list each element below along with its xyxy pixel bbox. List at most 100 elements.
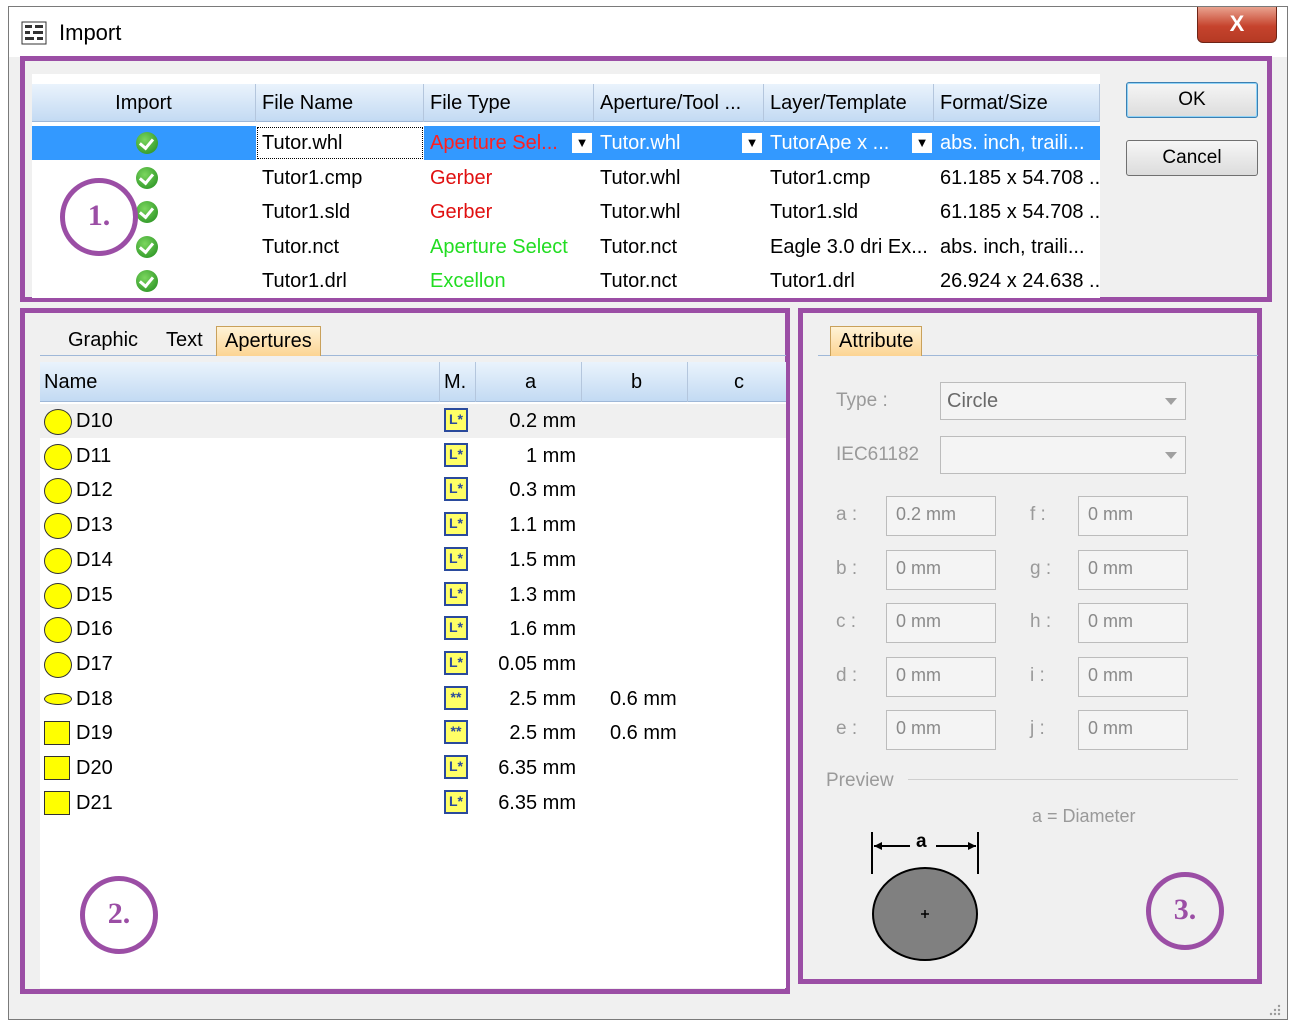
- attribute-value-field[interactable]: 0.2 mm: [886, 496, 996, 536]
- aperture-row[interactable]: D14 L* 1.5 mm: [40, 543, 786, 577]
- file-name-cell[interactable]: Tutor1.cmp: [256, 161, 424, 195]
- import-row[interactable]: Tutor.nct Aperture Select Tutor.nct Eagle 3…: [32, 230, 1100, 264]
- format-size-cell[interactable]: 61.185 x 54.708 ...: [934, 195, 1100, 229]
- mode-icon[interactable]: **: [444, 685, 468, 710]
- field-label: j :: [1030, 718, 1045, 739]
- format-size-cell[interactable]: 61.185 x 54.708 ...: [934, 161, 1100, 195]
- col-layer-template[interactable]: Layer/Template: [764, 84, 934, 122]
- file-type-cell[interactable]: Aperture Select: [424, 230, 594, 264]
- mode-icon[interactable]: L*: [444, 789, 468, 814]
- aperture-tool-cell[interactable]: Tutor.nct: [594, 264, 764, 298]
- aperture-row[interactable]: D13 L* 1.1 mm: [40, 508, 786, 542]
- import-row[interactable]: Tutor.whl Aperture Sel... ▼ Tutor.whl ▼ Tutor…: [32, 126, 1100, 160]
- tab-attribute[interactable]: Attribute: [830, 326, 923, 356]
- file-type-cell[interactable]: Excellon: [424, 264, 594, 298]
- mode-icon[interactable]: L*: [444, 755, 468, 779]
- annotation-2: 2.: [80, 876, 158, 954]
- layer-template-cell[interactable]: Tutor1.sld: [764, 195, 934, 229]
- attribute-value-field[interactable]: 0 mm: [1078, 710, 1188, 750]
- check-icon[interactable]: [136, 235, 158, 258]
- chevron-down-icon[interactable]: ▼: [742, 133, 762, 153]
- attribute-value-field[interactable]: 0 mm: [1078, 549, 1188, 590]
- attribute-value-field[interactable]: 0 mm: [1078, 656, 1188, 697]
- col-a[interactable]: a: [476, 362, 582, 402]
- col-name[interactable]: Name: [40, 362, 440, 402]
- col-import[interactable]: Import: [32, 84, 256, 122]
- attribute-value-field[interactable]: 0 mm: [886, 603, 996, 643]
- aperture-row[interactable]: D17 L* 0.05 mm: [40, 647, 786, 681]
- mode-icon[interactable]: L*: [444, 408, 468, 432]
- chevron-down-icon[interactable]: ▼: [572, 133, 592, 153]
- file-type-cell[interactable]: Aperture Sel... ▼: [424, 126, 594, 160]
- aperture-row[interactable]: D12 L* 0.3 mm: [40, 473, 786, 507]
- attribute-value-field[interactable]: 0 mm: [886, 710, 996, 750]
- aperture-row[interactable]: D19 ** 2.5 mm 0.6 mm: [40, 716, 786, 750]
- layer-template-cell[interactable]: Tutor1.drl: [764, 264, 934, 298]
- format-size-cell[interactable]: abs. inch, traili...: [934, 230, 1100, 264]
- col-b[interactable]: b: [582, 362, 688, 402]
- file-name-cell[interactable]: Tutor.nct: [256, 230, 424, 264]
- chevron-down-icon[interactable]: ▼: [912, 133, 932, 153]
- aperture-a-value: 1 mm: [526, 444, 576, 467]
- tab-apertures[interactable]: Apertures: [216, 326, 321, 356]
- annotation-1: 1.: [60, 178, 138, 256]
- chevron-down-icon: [1165, 452, 1177, 459]
- import-row[interactable]: Tutor1.sld Gerber Tutor.whl Tutor1.sld 61.18…: [32, 195, 1100, 229]
- col-aperture-tool[interactable]: Aperture/Tool ...: [594, 84, 764, 122]
- layer-template-cell[interactable]: TutorApe x ... ▼: [764, 126, 934, 160]
- mode-icon[interactable]: L*: [444, 616, 468, 641]
- mode-icon[interactable]: L*: [444, 581, 468, 606]
- mode-icon[interactable]: L*: [444, 512, 468, 537]
- tab-text[interactable]: Text: [158, 326, 211, 356]
- ok-button[interactable]: OK: [1126, 82, 1258, 118]
- file-name-cell[interactable]: Tutor.whl: [256, 126, 424, 160]
- import-row[interactable]: Tutor1.cmp Gerber Tutor.whl Tutor1.cmp 61.18…: [32, 161, 1100, 195]
- file-name-cell[interactable]: Tutor1.drl: [256, 264, 424, 298]
- aperture-row[interactable]: D15 L* 1.3 mm: [40, 578, 786, 612]
- col-c[interactable]: c: [688, 362, 786, 402]
- attribute-value-field[interactable]: 0 mm: [1078, 496, 1188, 536]
- mode-icon[interactable]: L*: [444, 650, 468, 675]
- aperture-tool-cell[interactable]: Tutor.whl: [594, 161, 764, 195]
- check-icon[interactable]: [136, 132, 158, 154]
- check-icon[interactable]: [136, 166, 158, 189]
- mode-icon[interactable]: **: [444, 720, 468, 745]
- close-button[interactable]: X: [1197, 7, 1277, 43]
- file-type-cell[interactable]: Gerber: [424, 161, 594, 195]
- col-format-size[interactable]: Format/Size: [934, 84, 1100, 122]
- layer-template-cell[interactable]: Eagle 3.0 dri Ex...: [764, 230, 934, 264]
- format-size-cell[interactable]: 26.924 x 24.638 ...: [934, 264, 1100, 298]
- format-size-cell-text: abs. inch, traili...: [940, 235, 1085, 258]
- aperture-row[interactable]: D10 L* 0.2 mm: [40, 404, 786, 438]
- tab-graphic[interactable]: Graphic: [60, 326, 146, 356]
- file-type-cell[interactable]: Gerber: [424, 195, 594, 229]
- file-name-cell[interactable]: Tutor1.sld: [256, 195, 424, 229]
- mode-icon[interactable]: L*: [444, 442, 468, 467]
- col-file-type[interactable]: File Type: [424, 84, 594, 122]
- preview-dimension-label: a: [916, 831, 927, 852]
- attribute-value-field[interactable]: 0 mm: [1078, 603, 1188, 643]
- mode-icon[interactable]: L*: [444, 546, 468, 571]
- aperture-row[interactable]: D21 L* 6.35 mm: [40, 786, 786, 820]
- aperture-row[interactable]: D11 L* 1 mm: [40, 439, 786, 473]
- aperture-row[interactable]: D20 L* 6.35 mm: [40, 751, 786, 785]
- type-select[interactable]: Circle: [940, 382, 1186, 420]
- iec61182-select[interactable]: [940, 436, 1186, 474]
- attribute-value-field[interactable]: 0 mm: [886, 656, 996, 697]
- layer-template-cell[interactable]: Tutor1.cmp: [764, 161, 934, 195]
- col-m[interactable]: M.: [440, 362, 476, 402]
- cancel-button[interactable]: Cancel: [1126, 140, 1258, 176]
- check-icon[interactable]: [136, 201, 158, 223]
- attribute-value-field[interactable]: 0 mm: [886, 549, 996, 590]
- col-file-name[interactable]: File Name: [256, 84, 424, 122]
- resize-grip-icon[interactable]: [1267, 1002, 1281, 1016]
- mode-icon[interactable]: L*: [444, 477, 468, 502]
- format-size-cell[interactable]: abs. inch, traili...: [934, 126, 1100, 160]
- aperture-tool-cell[interactable]: Tutor.whl ▼: [594, 126, 764, 160]
- aperture-row[interactable]: D16 L* 1.6 mm: [40, 612, 786, 646]
- aperture-tool-cell[interactable]: Tutor.whl: [594, 195, 764, 229]
- aperture-tool-cell[interactable]: Tutor.nct: [594, 230, 764, 264]
- import-row[interactable]: Tutor1.drl Excellon Tutor.nct Tutor1.drl 26.…: [32, 264, 1100, 298]
- aperture-row[interactable]: D18 ** 2.5 mm 0.6 mm: [40, 682, 786, 716]
- check-icon[interactable]: [136, 270, 158, 292]
